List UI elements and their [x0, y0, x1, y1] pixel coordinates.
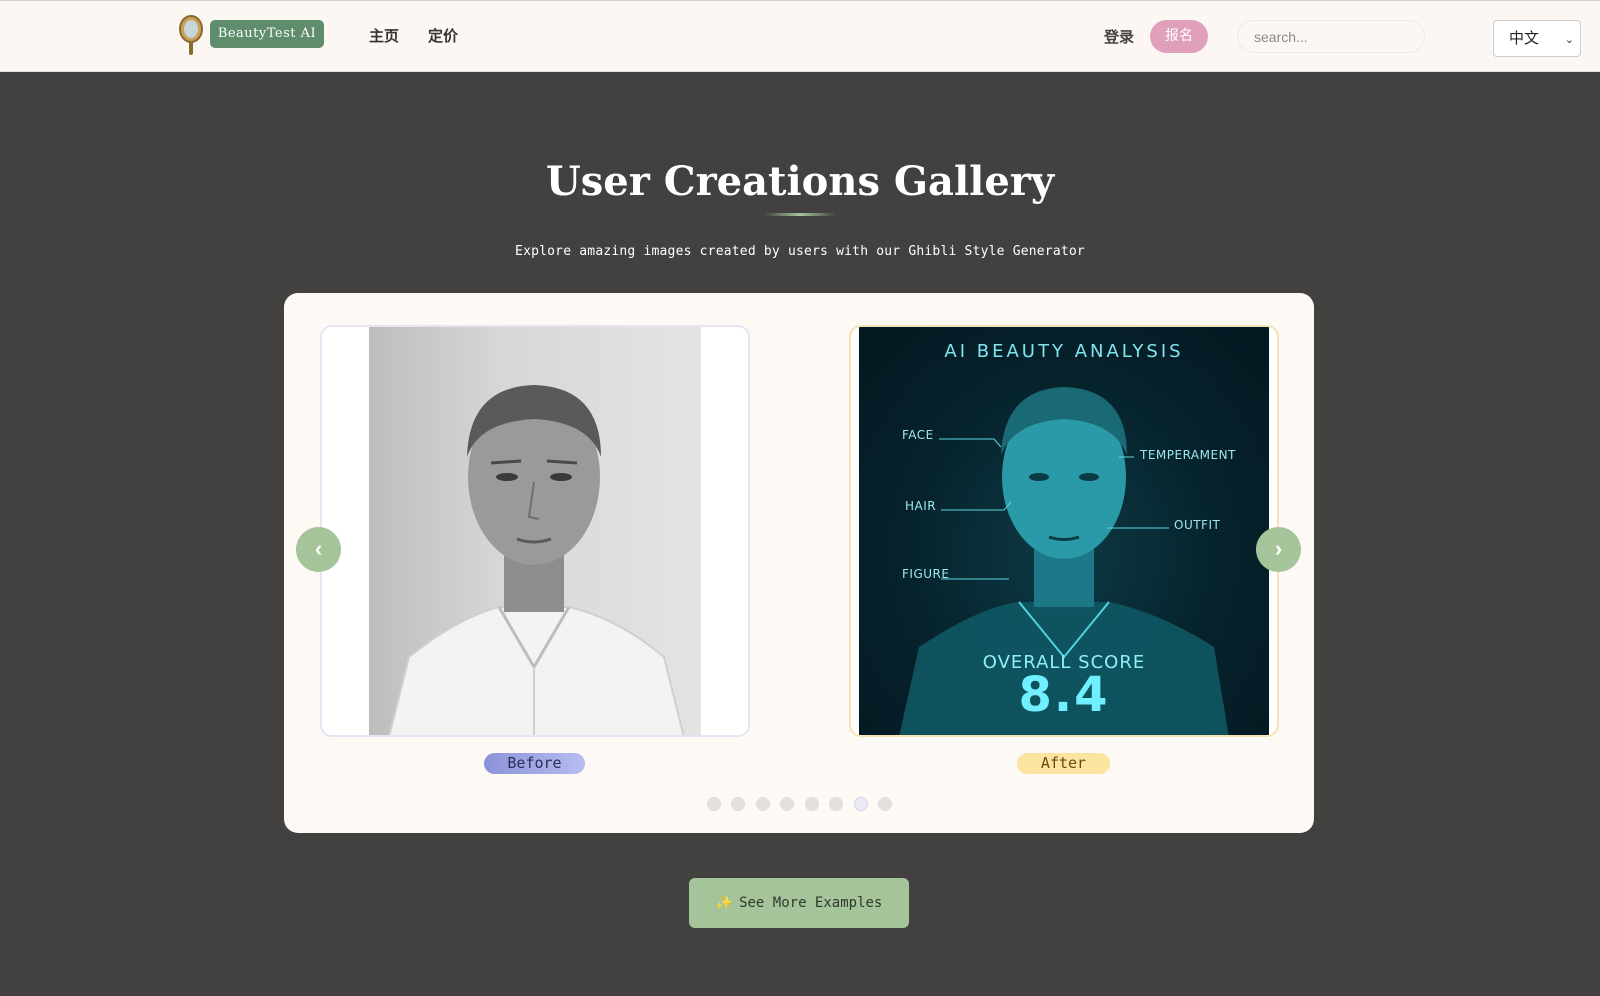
title-underline: [764, 213, 836, 216]
chevron-left-icon: ‹: [314, 536, 323, 561]
after-image-frame: AI BEAUTY ANALYSIS FACE TEMPERAMENT HAIR…: [849, 325, 1279, 737]
mirror-logo-icon: [179, 15, 203, 55]
after-label: After: [1017, 753, 1110, 774]
carousel-dot[interactable]: [805, 797, 819, 811]
tag-face: FACE: [902, 428, 934, 442]
tag-temperament: TEMPERAMENT: [1140, 448, 1236, 462]
overall-score-value: 8.4: [1018, 667, 1110, 723]
search-input[interactable]: [1237, 20, 1425, 53]
analysis-title: AI BEAUTY ANALYSIS: [944, 341, 1184, 362]
before-label: Before: [484, 753, 585, 774]
before-photo: [369, 327, 701, 735]
chevron-down-icon: ⌄: [1564, 33, 1574, 46]
language-value: 中文: [1509, 29, 1540, 47]
sparkle-icon: ✨: [715, 895, 734, 911]
gallery-subtitle: Explore amazing images created by users …: [515, 244, 1085, 259]
after-photo: AI BEAUTY ANALYSIS FACE TEMPERAMENT HAIR…: [859, 327, 1269, 735]
login-link[interactable]: 登录: [1104, 26, 1134, 47]
nav-home[interactable]: 主页: [369, 25, 399, 46]
signup-button[interactable]: 报名: [1150, 20, 1208, 53]
chevron-right-icon: ›: [1274, 536, 1283, 561]
see-more-label: See More Examples: [739, 895, 883, 911]
carousel-dot[interactable]: [756, 797, 770, 811]
see-more-examples-button[interactable]: ✨ See More Examples: [689, 878, 909, 928]
carousel-dot[interactable]: [731, 797, 745, 811]
logo[interactable]: BeautyTest AI: [178, 15, 328, 55]
tag-figure: FIGURE: [902, 567, 950, 581]
tag-hair: HAIR: [905, 499, 937, 513]
carousel-dot[interactable]: [707, 797, 721, 811]
logo-text: BeautyTest AI: [210, 20, 324, 48]
carousel-next-button[interactable]: ›: [1256, 527, 1301, 572]
nav-pricing[interactable]: 定价: [428, 25, 458, 46]
site-header: BeautyTest AI 主页 定价 登录 报名 中文 ⌄: [0, 0, 1600, 72]
gallery-carousel: AI BEAUTY ANALYSIS FACE TEMPERAMENT HAIR…: [284, 293, 1314, 833]
language-select[interactable]: 中文 ⌄: [1493, 20, 1581, 57]
before-image-frame: [320, 325, 750, 737]
gallery-title: User Creations Gallery: [545, 158, 1055, 205]
carousel-prev-button[interactable]: ‹: [296, 527, 341, 572]
tag-outfit: OUTFIT: [1174, 518, 1221, 532]
carousel-dot[interactable]: [829, 797, 843, 811]
carousel-dot[interactable]: [878, 797, 892, 811]
portrait-bw-illustration: [388, 385, 685, 735]
carousel-dot[interactable]: [780, 797, 794, 811]
carousel-dot[interactable]: [854, 797, 868, 811]
